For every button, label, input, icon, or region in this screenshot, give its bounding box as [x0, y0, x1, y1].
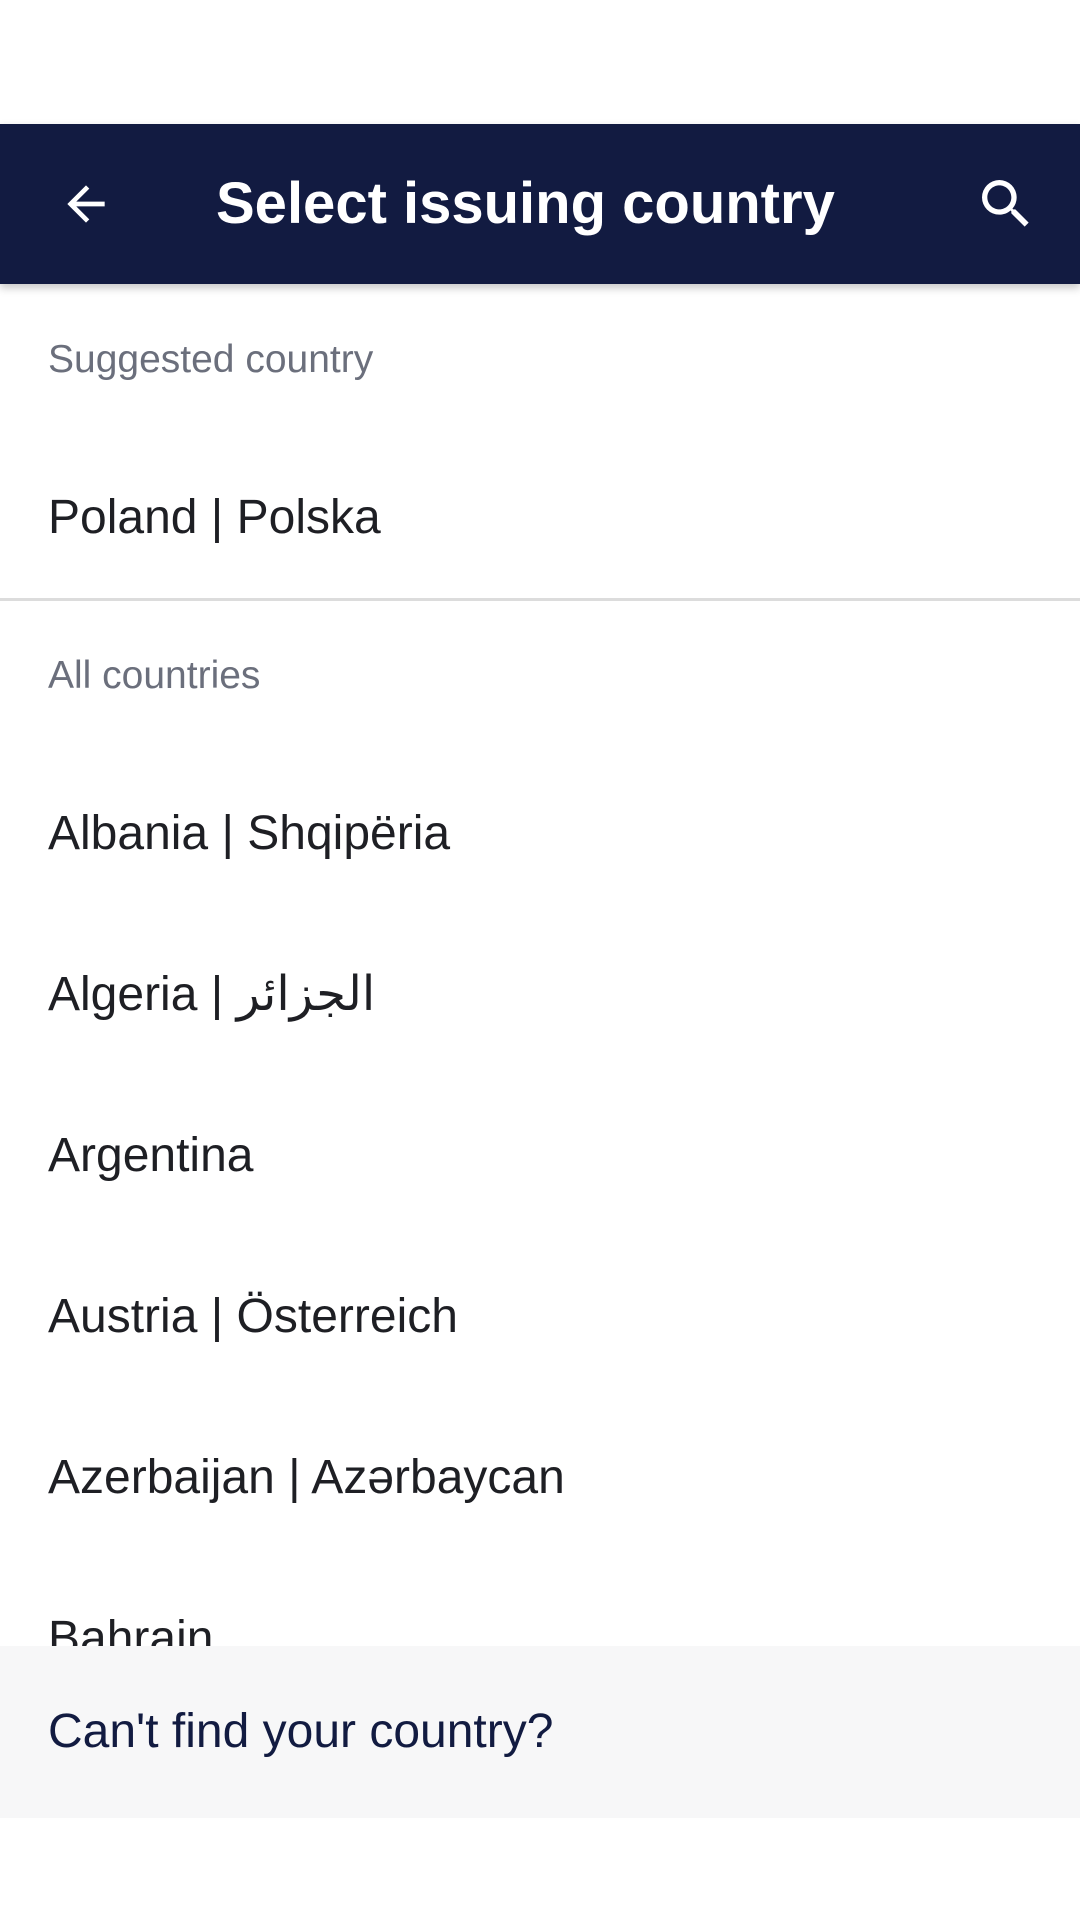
footer-bar: Can't find your country?: [0, 1646, 1080, 1818]
country-item-albania[interactable]: Albania | Shqipëria: [0, 754, 1080, 914]
search-button[interactable]: [958, 156, 1054, 252]
country-item-algeria[interactable]: Algeria | الجزائر: [0, 915, 1080, 1075]
country-item-argentina[interactable]: Argentina: [0, 1076, 1080, 1236]
app-bar: Select issuing country: [0, 124, 1080, 284]
country-label: Albania | Shqipëria: [48, 807, 451, 860]
country-label: Azerbaijan | Azərbaycan: [48, 1451, 565, 1504]
country-item-azerbaijan[interactable]: Azerbaijan | Azərbaycan: [0, 1398, 1080, 1558]
status-bar: [0, 0, 1080, 124]
country-item-poland[interactable]: Poland | Polska: [0, 438, 1080, 598]
search-icon: [982, 180, 1029, 227]
country-label: Austria | Österreich: [48, 1290, 458, 1343]
page-title: Select issuing country: [216, 171, 835, 236]
country-label: Argentina: [48, 1129, 254, 1182]
arrow-back-icon: [67, 185, 105, 223]
suggested-country-heading: Suggested country: [48, 338, 374, 381]
country-label: Poland | Polska: [48, 491, 381, 544]
country-label: Algeria | الجزائر: [48, 968, 376, 1021]
cant-find-country-link[interactable]: Can't find your country?: [48, 1646, 553, 1818]
country-item-austria[interactable]: Austria | Österreich: [0, 1237, 1080, 1397]
all-countries-heading: All countries: [48, 654, 261, 697]
bottom-area: [0, 1818, 1080, 1920]
country-label: Bahrain: [48, 1612, 214, 1646]
country-item-bahrain[interactable]: Bahrain: [0, 1559, 1080, 1646]
divider: [0, 598, 1080, 601]
country-list[interactable]: Suggested country Poland | Polska All co…: [0, 284, 1080, 1646]
back-button[interactable]: [38, 156, 134, 252]
